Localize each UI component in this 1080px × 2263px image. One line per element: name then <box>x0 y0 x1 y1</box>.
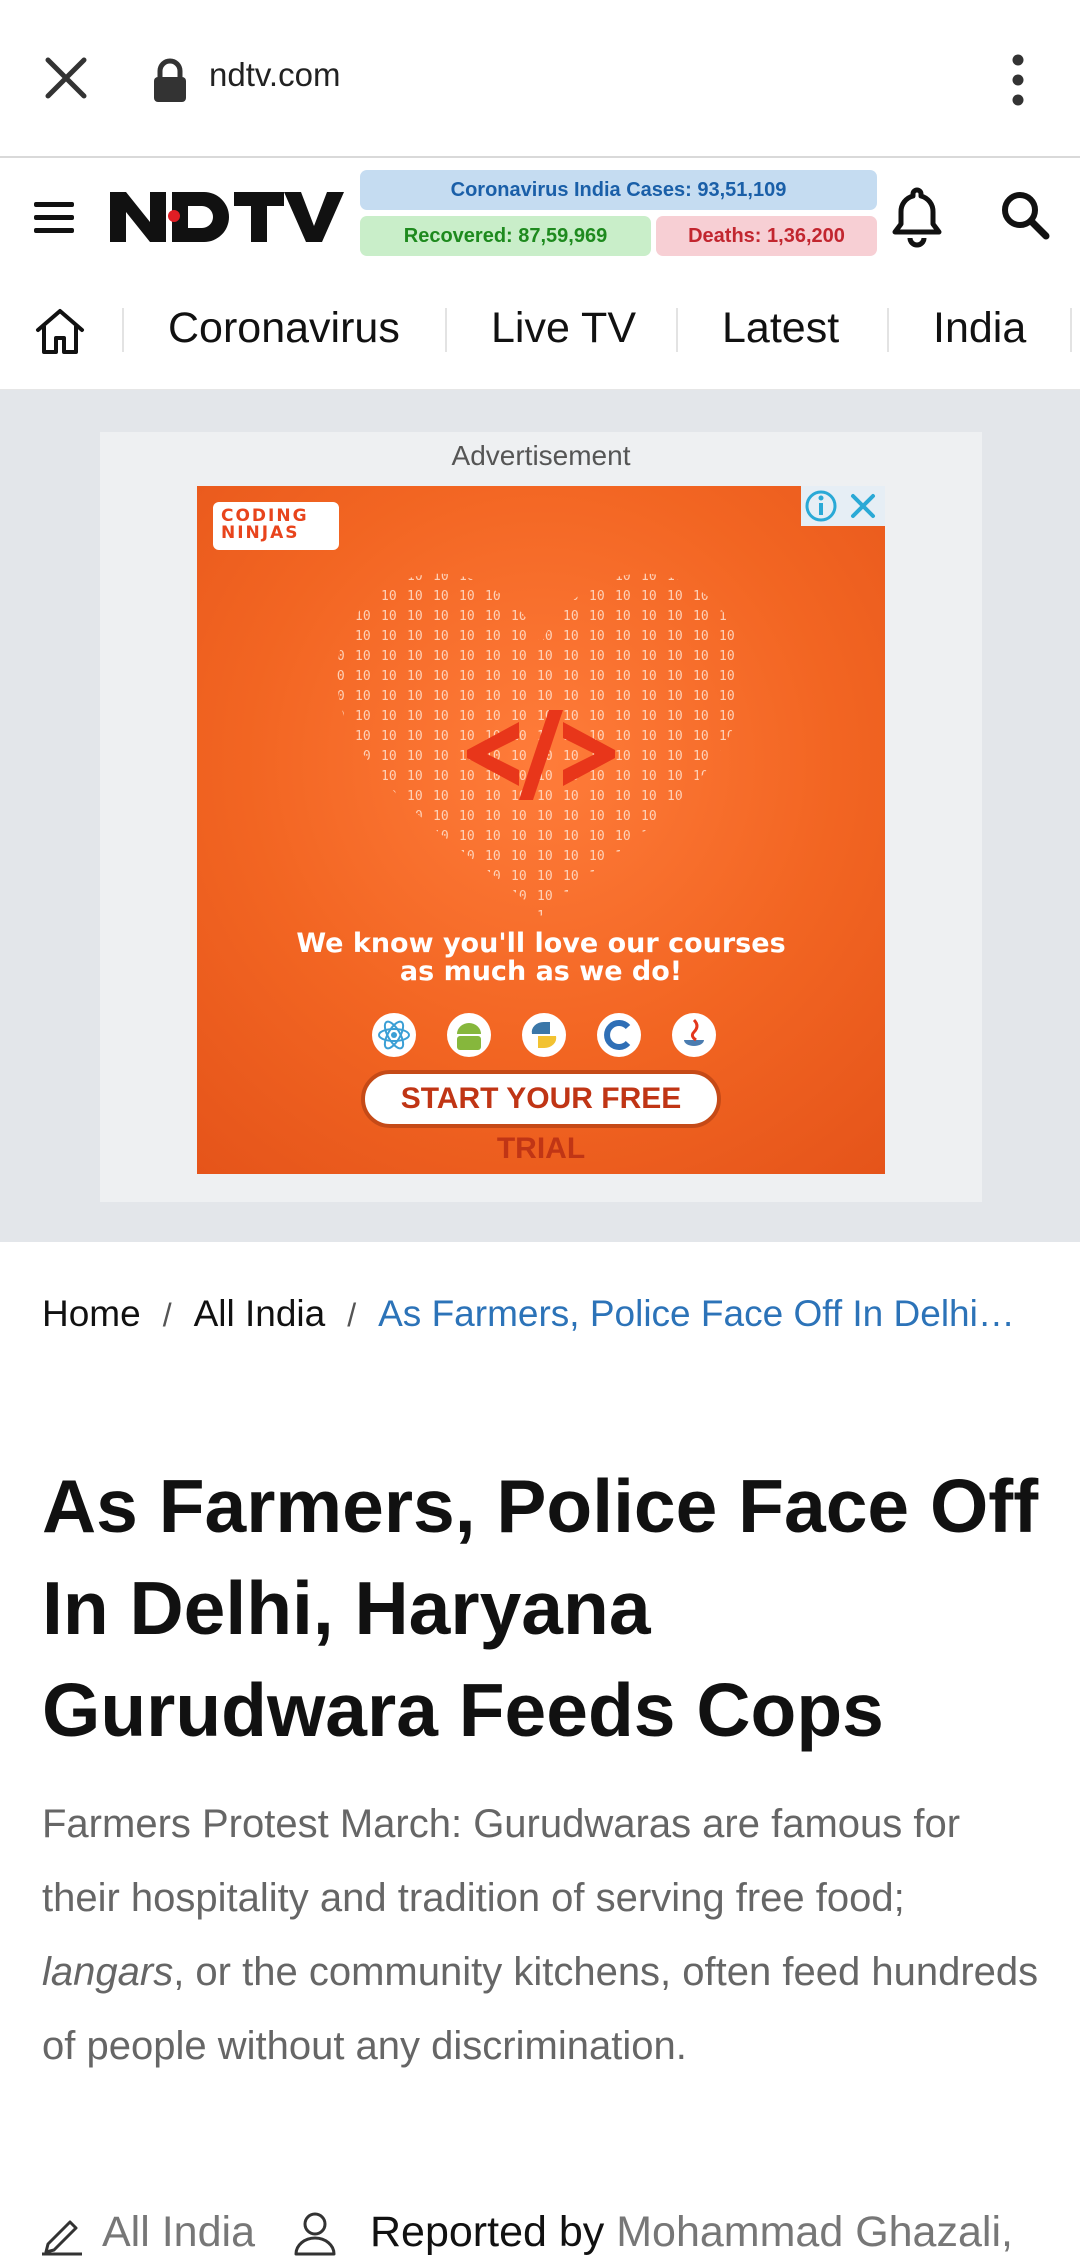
breadcrumb: Home / All India / As Farmers, Police Face O… <box>42 1293 1042 1335</box>
browser-toolbar: ndtv.com <box>0 0 1080 158</box>
heart-code-graphic: 10 <box>337 573 745 916</box>
bell-icon[interactable] <box>888 184 946 248</box>
ad-tagline: We know you'll love our courses as much … <box>197 930 885 986</box>
search-icon[interactable] <box>996 186 1054 244</box>
article-summary: Farmers Protest March: Gurudwaras are fa… <box>42 1787 1042 2083</box>
summary-emphasis: langars <box>42 1950 174 1994</box>
ad-cta-button[interactable]: START YOUR FREE TRIAL <box>361 1070 721 1165</box>
covid-recovered-badge[interactable]: Recovered: 87,59,969 <box>360 216 651 256</box>
lock-icon <box>154 58 186 102</box>
reported-by: Reported by Mohammad Ghazali, <box>370 2208 1013 2257</box>
nav-divider <box>1070 308 1072 352</box>
more-vert-icon[interactable] <box>998 52 1038 108</box>
pencil-icon <box>42 2220 82 2256</box>
nav-item-india[interactable]: India <box>933 304 1026 353</box>
reported-by-label: Reported by <box>370 2208 605 2256</box>
java-icon <box>672 1013 716 1057</box>
nav-item-coronavirus[interactable]: Coronavirus <box>168 304 400 353</box>
ad-tagline-line2: as much as we do! <box>399 956 683 987</box>
ad-tagline-line1: We know you'll love our courses <box>296 928 786 959</box>
site-header: Coronavirus India Cases: 93,51,109 Recov… <box>0 160 1080 272</box>
summary-text-end: , or the community kitchens, often feed … <box>42 1950 1039 2068</box>
react-icon <box>372 1013 416 1057</box>
top-nav: Coronavirus Live TV Latest India <box>0 272 1080 390</box>
nav-item-live-tv[interactable]: Live TV <box>491 304 636 353</box>
nav-divider <box>445 308 447 352</box>
tech-logos <box>372 1013 716 1057</box>
nav-item-latest[interactable]: Latest <box>722 304 839 353</box>
address-bar-url[interactable]: ndtv.com <box>209 56 340 94</box>
breadcrumb-separator: / <box>347 1297 357 1333</box>
breadcrumb-separator: / <box>162 1297 172 1333</box>
ad-banner[interactable]: CODING NINJAS 10 <box>197 486 885 1174</box>
user-icon <box>294 2212 336 2256</box>
covid-deaths-badge[interactable]: Deaths: 1,36,200 <box>656 216 877 256</box>
breadcrumb-home[interactable]: Home <box>42 1293 141 1334</box>
home-icon[interactable] <box>32 306 88 356</box>
nav-divider <box>887 308 889 352</box>
covid-cases-badge[interactable]: Coronavirus India Cases: 93,51,109 <box>360 170 877 210</box>
cplusplus-icon <box>597 1013 641 1057</box>
ad-container: Advertisement CODING NINJAS 10 <box>0 390 1080 1242</box>
summary-text-start: Farmers Protest March: Gurudwaras are fa… <box>42 1802 961 1920</box>
nav-divider <box>676 308 678 352</box>
breadcrumb-section[interactable]: All India <box>194 1293 326 1334</box>
article-headline: As Farmers, Police Face Off In Delhi, Ha… <box>42 1464 1039 1752</box>
ad-box: Advertisement CODING NINJAS 10 <box>100 432 982 1202</box>
ndtv-logo[interactable] <box>108 186 344 248</box>
breadcrumb-current[interactable]: As Farmers, Police Face Off In Delhi… <box>378 1293 1015 1334</box>
ad-label: Advertisement <box>451 440 631 471</box>
python-icon <box>522 1013 566 1057</box>
close-icon[interactable] <box>38 50 94 106</box>
android-icon <box>447 1013 491 1057</box>
nav-divider <box>122 308 124 352</box>
hamburger-menu-icon[interactable] <box>30 198 80 238</box>
author-name[interactable]: Mohammad Ghazali, <box>616 2208 1013 2256</box>
article-meta: All India Reported by Mohammad Ghazali, <box>40 2202 1080 2262</box>
article-category[interactable]: All India <box>102 2208 255 2257</box>
